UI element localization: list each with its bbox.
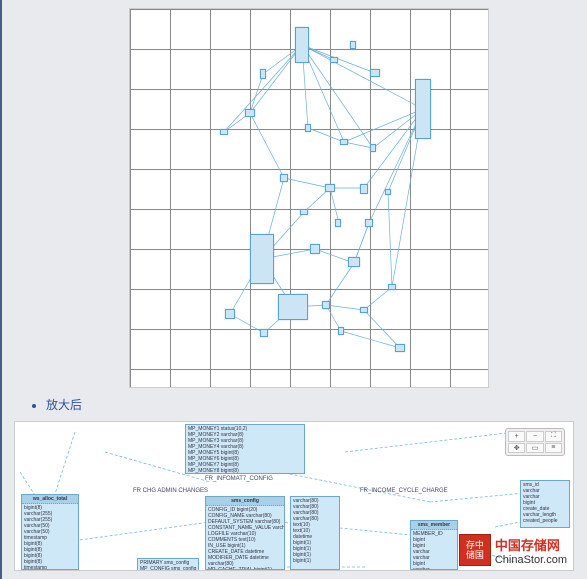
er-tiny-center-box: PRIMARY sms_configMP_CONFIG sms_config bbox=[137, 558, 199, 571]
fit-icon[interactable]: ⛶ bbox=[545, 431, 562, 442]
overview-node bbox=[225, 309, 235, 319]
overview-node bbox=[365, 219, 373, 227]
er-center-box: sms_config CONFIG_ID bigint(20)CONFIG_NA… bbox=[205, 496, 285, 570]
schema-overview-diagram bbox=[129, 8, 489, 388]
overview-node bbox=[348, 257, 360, 267]
er-right-box: sms_member MEMBER_IDbigintbigintvarcharv… bbox=[410, 520, 458, 570]
er-field-row: MP_CONFIG sms_config bbox=[140, 566, 196, 571]
overview-node bbox=[295, 27, 309, 63]
zoom-in-icon[interactable]: + bbox=[508, 431, 525, 442]
watermark-en: ChinaStor.com bbox=[495, 554, 567, 566]
overview-node bbox=[280, 174, 288, 182]
watermark-cn: 中国存储网 bbox=[495, 535, 567, 554]
overview-node bbox=[350, 41, 356, 49]
overview-node bbox=[360, 307, 368, 313]
watermark-logo-top: 存中 bbox=[466, 540, 484, 550]
overview-node bbox=[340, 139, 348, 145]
overview-node bbox=[322, 301, 330, 309]
overview-node bbox=[250, 234, 274, 284]
overview-node bbox=[330, 57, 338, 63]
er-left-box: ws_alloc_total bigint(8)varchar(255)varc… bbox=[21, 494, 79, 570]
overview-node bbox=[325, 184, 335, 192]
er-far-right-box: sms_idvarcharvarcharbigintcreate_datevar… bbox=[520, 480, 570, 528]
overview-node bbox=[245, 109, 255, 117]
er-field-row: MP_MONEY8 bigint(8) bbox=[188, 468, 302, 474]
overview-node bbox=[385, 189, 391, 195]
er-field-row: timestamp bbox=[24, 565, 76, 570]
er-right-title: sms_member bbox=[411, 521, 457, 530]
overview-node bbox=[415, 79, 431, 139]
overview-node bbox=[300, 209, 308, 215]
er-center-left-label: FR CHG ADMIN CHANGES bbox=[133, 488, 208, 494]
overview-node bbox=[338, 327, 344, 335]
overview-node bbox=[370, 69, 380, 77]
article-content: 放大后 MP_MONEY1 status(10,2)MP_MONEY2 varc… bbox=[0, 0, 587, 579]
overview-node bbox=[260, 329, 268, 337]
select-icon[interactable]: ▭ bbox=[526, 443, 543, 454]
schema-zoom-diagram: MP_MONEY1 status(10,2)MP_MONEY2 varchar(… bbox=[14, 421, 574, 571]
overview-node bbox=[310, 244, 320, 254]
er-header-box: MP_MONEY1 status(10,2)MP_MONEY2 varchar(… bbox=[185, 424, 305, 474]
overview-edges bbox=[130, 9, 489, 388]
overview-node bbox=[305, 124, 311, 132]
layout-icon[interactable]: ≡ bbox=[545, 443, 562, 454]
overview-node bbox=[278, 294, 308, 320]
pan-icon[interactable]: ✥ bbox=[508, 443, 525, 454]
overview-node bbox=[395, 344, 405, 352]
watermark-logo: 存中 储国 bbox=[459, 534, 491, 566]
zoom-caption-link[interactable]: 放大后 bbox=[46, 398, 82, 412]
overview-node bbox=[335, 219, 341, 227]
zoom-caption-bullet: 放大后 bbox=[46, 396, 575, 413]
zoom-out-icon[interactable]: − bbox=[526, 431, 543, 442]
er-mid-label: FR_INFOMAT7_CONFIG bbox=[205, 476, 273, 482]
overview-node bbox=[220, 129, 228, 135]
diagram-toolbar: +−⛶ ✥▭≡ bbox=[505, 428, 565, 456]
overview-node bbox=[388, 284, 396, 290]
watermark: 存中 储国 中国存储网 ChinaStor.com bbox=[459, 534, 567, 566]
watermark-logo-bottom: 储国 bbox=[466, 550, 484, 560]
er-field-row: created_people bbox=[523, 518, 567, 524]
er-center-title: sms_config bbox=[206, 497, 284, 506]
overview-node bbox=[360, 184, 368, 194]
er-right-label: FR_INCOME_CYCLE_CHARGE bbox=[360, 488, 448, 494]
er-center-right-box: varchar(80)varchar(80)varchar(80)varchar… bbox=[290, 496, 340, 570]
er-left-title: ws_alloc_total bbox=[22, 495, 78, 504]
overview-node bbox=[260, 69, 266, 79]
er-field-row: bigint(1) bbox=[293, 558, 337, 564]
watermark-text: 中国存储网 ChinaStor.com bbox=[495, 535, 567, 566]
overview-node bbox=[370, 144, 376, 152]
